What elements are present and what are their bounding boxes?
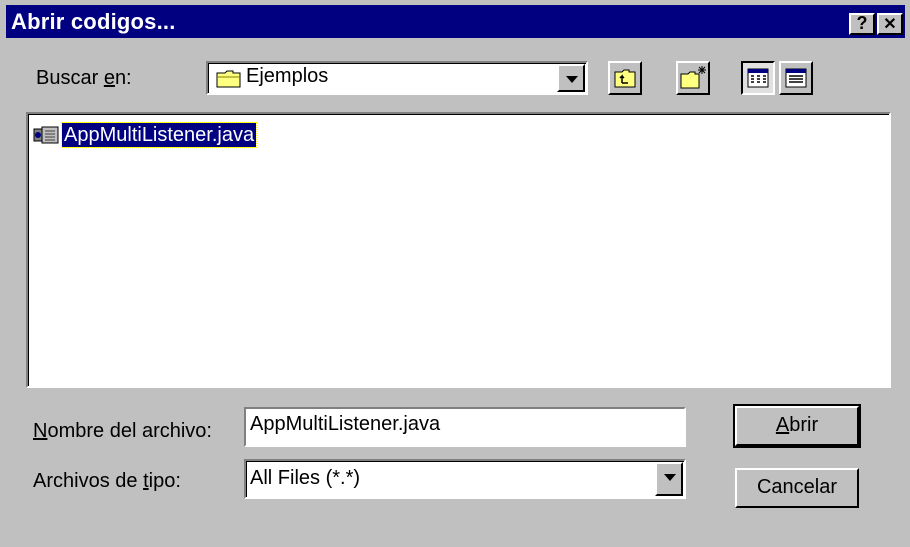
filename-input[interactable]: AppMultiListener.java: [244, 407, 686, 447]
lookin-current-folder: Ejemplos: [246, 65, 329, 87]
open-button[interactable]: Abrir: [733, 404, 861, 448]
lookin-dropdown-button[interactable]: [557, 64, 585, 92]
filename-value: AppMultiListener.java: [250, 413, 441, 435]
list-view-button[interactable]: [741, 61, 775, 95]
new-folder-icon: [680, 66, 706, 89]
filetype-value: All Files (*.*): [250, 467, 361, 489]
file-list-frame: [28, 114, 889, 386]
lookin-label-accel: e: [103, 67, 115, 89]
open-button-label: brir: [789, 414, 819, 436]
filetype-combobox[interactable]: All Files (*.*): [244, 459, 686, 499]
file-list[interactable]: AppMultiListener.java: [26, 112, 891, 388]
open-file-dialog: Abrir codigos... ? ✕ Buscar en: Ejemplos: [0, 0, 910, 547]
title-bar: Abrir codigos... ? ✕: [6, 5, 905, 38]
up-folder-icon: [614, 69, 636, 88]
filetype-label-post: ipo:: [148, 470, 181, 492]
window-title: Abrir codigos...: [11, 9, 176, 34]
cancel-button[interactable]: Cancelar: [735, 468, 859, 508]
lookin-label-post: n:: [114, 67, 132, 89]
close-button[interactable]: ✕: [877, 13, 903, 35]
filetype-label: Archivos de tipo:: [33, 470, 181, 493]
lookin-label: Buscar en:: [36, 67, 132, 90]
new-folder-button[interactable]: [676, 61, 710, 95]
file-name: AppMultiListener.java: [60, 122, 258, 148]
list-view-icon: [747, 68, 769, 88]
java-file-icon: [33, 126, 59, 144]
filetype-dropdown-button[interactable]: [655, 462, 683, 496]
close-icon: ✕: [883, 16, 897, 33]
help-button[interactable]: ?: [849, 13, 875, 35]
up-one-level-button[interactable]: [608, 61, 642, 95]
filetype-label-pre: Archivos de: [33, 470, 144, 492]
filename-label-accel: N: [33, 420, 48, 442]
filename-label: Nombre del archivo:: [33, 420, 212, 443]
details-view-icon: [785, 68, 807, 88]
open-button-accel: A: [775, 414, 790, 436]
cancel-button-label: Cancelar: [756, 476, 838, 498]
details-view-button[interactable]: [779, 61, 813, 95]
help-icon: ?: [856, 13, 868, 33]
lookin-combobox[interactable]: Ejemplos: [206, 61, 588, 95]
lookin-label-pre: Buscar: [36, 67, 104, 89]
file-list-item[interactable]: AppMultiListener.java: [32, 122, 258, 148]
filename-label-rest: ombre del archivo:: [47, 420, 212, 442]
folder-icon: [216, 70, 241, 88]
